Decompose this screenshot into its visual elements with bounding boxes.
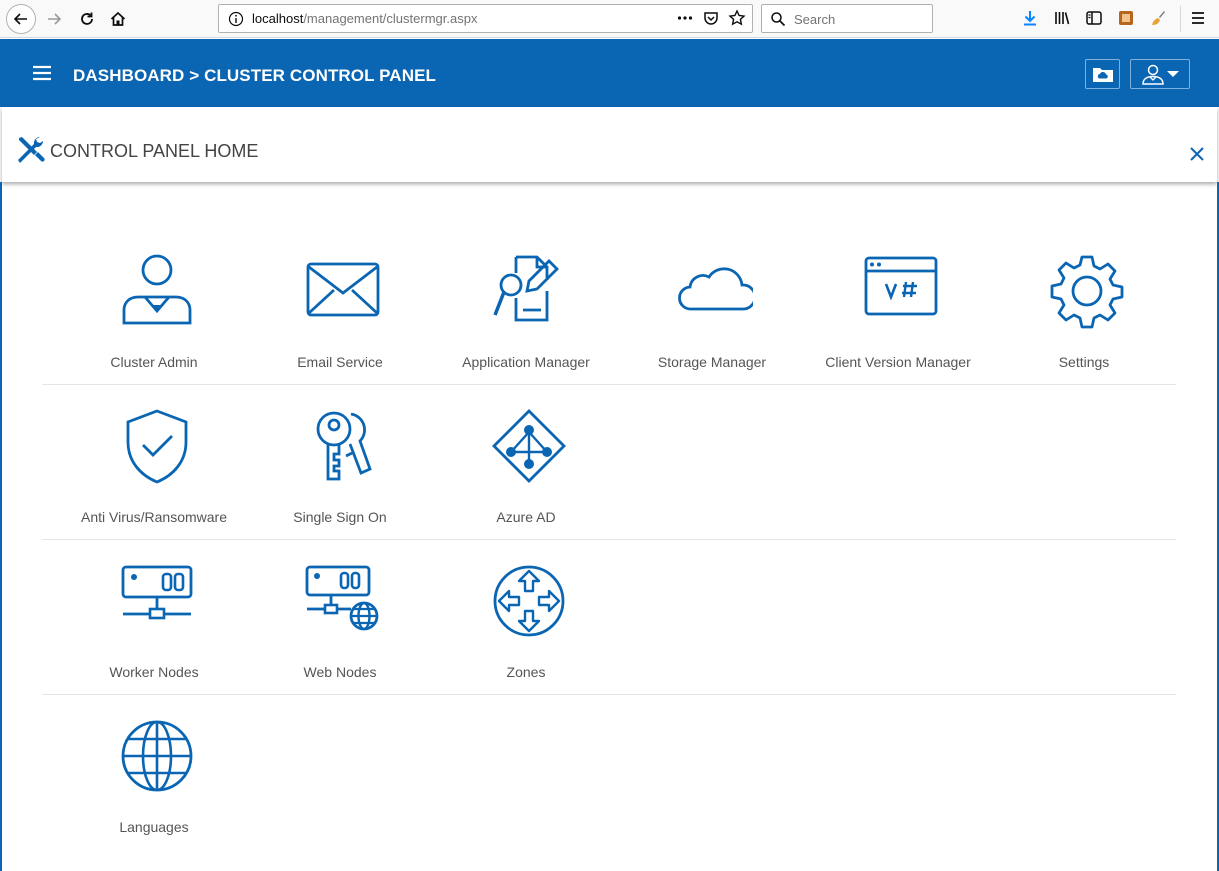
tile-label: Languages (119, 819, 189, 835)
tools-icon (18, 136, 45, 163)
url-path: /management/clustermgr.aspx (303, 11, 478, 26)
control-panel-grid: Cluster Admin Email Service Application … (42, 230, 1176, 850)
sidebar-icon[interactable] (1084, 8, 1104, 28)
tile-label: Cluster Admin (110, 354, 198, 370)
close-icon[interactable] (1188, 145, 1206, 163)
tile-label: Single Sign On (293, 509, 387, 525)
tile-label: Zones (506, 664, 546, 680)
envelope-icon (306, 262, 380, 317)
zones-arrows-icon (493, 565, 565, 637)
arrow-right-icon (48, 13, 62, 25)
tile-storage-manager[interactable]: Storage Manager (619, 250, 805, 380)
user-admin-icon (122, 254, 192, 325)
url-actions (676, 9, 746, 27)
window-version-icon (864, 256, 938, 316)
tile-worker-nodes[interactable]: Worker Nodes (61, 560, 247, 690)
app-header: DASHBOARD > CLUSTER CONTROL PANEL (0, 39, 1219, 107)
shield-check-icon (126, 409, 188, 484)
user-icon (1142, 64, 1164, 85)
home-button[interactable] (104, 5, 132, 33)
tile-label: Anti Virus/Ransomware (80, 509, 228, 525)
keys-icon (316, 411, 372, 481)
url-host: localhost (252, 11, 304, 26)
home-icon (110, 11, 126, 26)
arrow-left-icon (13, 13, 27, 25)
reload-button[interactable] (73, 5, 101, 33)
menu-icon (1192, 12, 1204, 24)
tile-settings[interactable]: Settings (991, 250, 1177, 380)
tile-label: Settings (1058, 354, 1110, 370)
browser-menu-button[interactable] (1188, 8, 1208, 33)
panel-header: CONTROL PANEL HOME (2, 107, 1217, 182)
pocket-icon[interactable] (702, 9, 720, 27)
extension-icon[interactable] (1116, 8, 1136, 28)
tile-azure-ad[interactable]: Azure AD (433, 405, 619, 535)
caret-down-icon (1167, 71, 1179, 77)
search-icon (771, 12, 786, 27)
library-icon[interactable] (1052, 8, 1072, 28)
server-node-icon (121, 565, 193, 620)
panel-title: CONTROL PANEL HOME (50, 141, 259, 161)
tile-anti-virus[interactable]: Anti Virus/Ransomware (61, 405, 247, 535)
search-input[interactable]: Search (761, 4, 933, 33)
tile-row: Cluster Admin Email Service Application … (42, 230, 1176, 385)
brush-extension-icon[interactable] (1148, 8, 1168, 28)
bookmark-star-icon[interactable] (728, 9, 746, 27)
cloud-folder-button[interactable] (1085, 59, 1120, 89)
back-button[interactable] (6, 4, 36, 34)
gear-icon (1050, 255, 1124, 329)
tile-single-sign-on[interactable]: Single Sign On (247, 405, 433, 535)
tile-label: Application Manager (462, 354, 590, 370)
tile-web-nodes[interactable]: Web Nodes (247, 560, 433, 690)
tile-label: Email Service (297, 354, 383, 370)
search-placeholder: Search (794, 12, 836, 27)
cloud-icon (678, 267, 753, 311)
tile-row: Anti Virus/Ransomware Single Sign On Azu… (42, 385, 1176, 540)
tile-label: Web Nodes (303, 664, 377, 680)
toolbar-separator (1180, 6, 1181, 32)
hamburger-menu-icon[interactable] (30, 63, 54, 83)
cloud-folder-icon (1092, 68, 1113, 82)
browser-toolbar: localhost/management/clustermgr.aspx Sea… (0, 0, 1219, 38)
forward-button[interactable] (40, 5, 68, 33)
user-menu-button[interactable] (1130, 59, 1190, 89)
reload-icon (81, 12, 93, 25)
globe-icon (121, 720, 193, 792)
tile-row: Worker Nodes Web Nodes Zones (42, 540, 1176, 695)
tile-languages[interactable]: Languages (61, 715, 247, 845)
site-info-icon[interactable] (228, 11, 244, 27)
browser-toolbar-icons (1020, 8, 1168, 28)
page-title: DASHBOARD > CLUSTER CONTROL PANEL (73, 66, 436, 85)
tile-label: Azure AD (496, 509, 556, 525)
tile-zones[interactable]: Zones (433, 560, 619, 690)
url-text[interactable]: localhost/management/clustermgr.aspx (252, 11, 477, 26)
tile-client-version-manager[interactable]: Client Version Manager (805, 250, 991, 380)
page-actions-icon[interactable] (676, 9, 694, 27)
tile-label: Worker Nodes (109, 664, 199, 680)
tile-cluster-admin[interactable]: Cluster Admin (61, 250, 247, 380)
tile-email-service[interactable]: Email Service (247, 250, 433, 380)
tile-row: Languages (42, 695, 1176, 850)
tile-label: Client Version Manager (825, 354, 971, 370)
download-icon[interactable] (1020, 8, 1040, 28)
azure-ad-icon (492, 409, 566, 483)
web-node-icon (305, 565, 379, 631)
url-bar[interactable]: localhost/management/clustermgr.aspx (218, 4, 753, 33)
tile-label: Storage Manager (657, 354, 767, 370)
tile-application-manager[interactable]: Application Manager (433, 250, 619, 380)
document-search-icon (493, 255, 559, 322)
